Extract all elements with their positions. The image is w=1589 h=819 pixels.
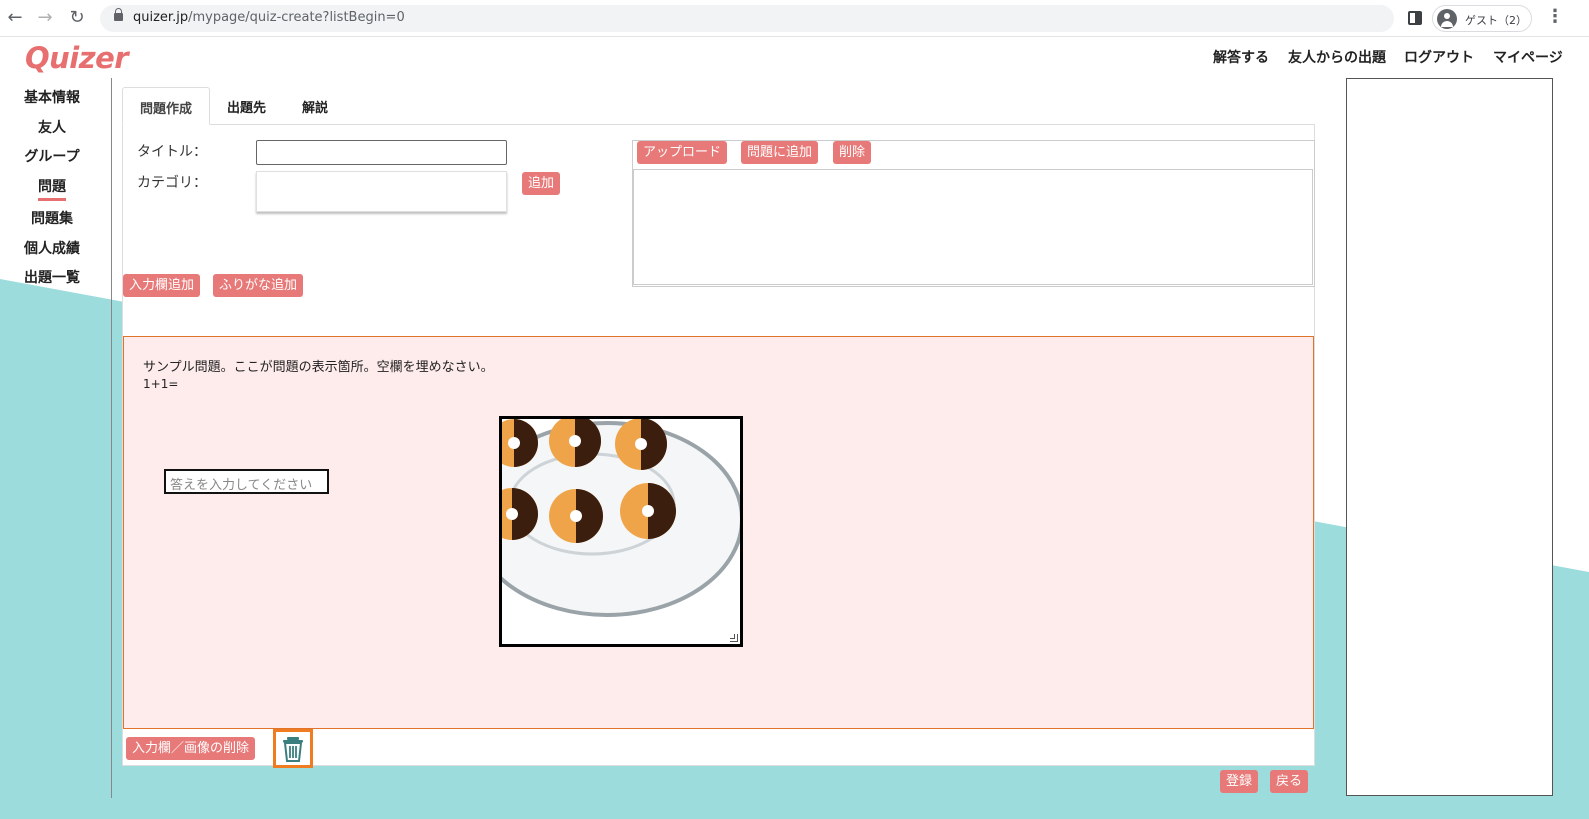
resize-handle[interactable]: [730, 634, 738, 642]
sidebar-item-questions[interactable]: 問題: [10, 176, 94, 201]
url-domain: quizer.jp: [133, 10, 189, 25]
sidebar-item-personal-results[interactable]: 個人成績: [10, 238, 94, 258]
nav-from-friends[interactable]: 友人からの出題: [1288, 47, 1386, 67]
question-text: サンプル問題。ここが問題の表示箇所。空欄を埋めなさい。: [143, 360, 494, 375]
back-arrow-icon[interactable]: ←: [4, 7, 26, 29]
category-label: カテゴリ：: [137, 175, 207, 191]
avatar-icon: [1437, 9, 1457, 29]
forward-arrow-icon[interactable]: →: [34, 7, 56, 29]
sidebar-item-question-list[interactable]: 出題一覧: [10, 267, 94, 287]
nav-logout[interactable]: ログアウト: [1404, 47, 1474, 67]
register-button[interactable]: 登録: [1220, 770, 1259, 793]
delete-input-image-button[interactable]: 入力欄／画像の削除: [126, 737, 256, 760]
profile-label: ゲスト（2）: [1465, 14, 1527, 27]
tab-create-question[interactable]: 問題作成: [122, 87, 210, 125]
add-category-button[interactable]: 追加: [522, 172, 561, 195]
side-panel-icon[interactable]: [1408, 11, 1422, 25]
sidebar-item-basic-info[interactable]: 基本情報: [10, 87, 94, 107]
more-menu-icon[interactable]: ⋮: [1546, 7, 1564, 29]
nav-answer[interactable]: 解答する: [1213, 47, 1269, 67]
sidebar-item-questions-label: 問題: [38, 179, 66, 195]
question-expression: 1+1=: [143, 377, 179, 391]
right-side-panel: [1346, 78, 1553, 796]
sidebar-item-friends[interactable]: 友人: [10, 117, 94, 137]
nav-mypage[interactable]: マイページ: [1493, 47, 1563, 67]
reload-icon[interactable]: ↻: [66, 7, 88, 29]
add-input-button[interactable]: 入力欄追加: [123, 274, 201, 297]
upload-preview-area[interactable]: [633, 169, 1313, 285]
answer-input[interactable]: 答えを入力してください: [164, 469, 329, 494]
profile-button[interactable]: ゲスト（2）: [1432, 5, 1532, 32]
browser-toolbar: ← → ↻ quizer.jp/mypage/quiz-create?listB…: [0, 0, 1589, 37]
delete-image-button[interactable]: 削除: [833, 141, 872, 164]
trash-icon: [283, 737, 303, 762]
sidebar-item-question-sets[interactable]: 問題集: [10, 208, 94, 228]
tab-bar: 問題作成 出題先 解説: [122, 87, 1315, 125]
title-input[interactable]: [256, 140, 507, 165]
title-label: タイトル：: [137, 144, 207, 160]
category-input[interactable]: [256, 171, 507, 212]
donuts-illustration: [502, 419, 740, 617]
upload-button[interactable]: アップロード: [637, 141, 728, 164]
trash-button[interactable]: [273, 729, 313, 768]
lock-icon: [114, 8, 123, 21]
address-bar[interactable]: quizer.jp/mypage/quiz-create?listBegin=0: [100, 5, 1394, 32]
add-to-question-button[interactable]: 問題に追加: [741, 141, 819, 164]
sidebar-divider: [111, 78, 112, 798]
add-furigana-button[interactable]: ふりがな追加: [213, 274, 304, 297]
url-text: quizer.jp/mypage/quiz-create?listBegin=0: [133, 10, 405, 25]
question-image[interactable]: [499, 416, 743, 647]
back-button[interactable]: 戻る: [1270, 770, 1309, 793]
url-path: /mypage/quiz-create?listBegin=0: [188, 10, 405, 25]
sidebar-item-groups[interactable]: グループ: [10, 146, 94, 166]
logo[interactable]: Quizer: [25, 41, 129, 75]
tab-recipients[interactable]: 出題先: [227, 87, 266, 125]
tab-explanation[interactable]: 解説: [302, 87, 328, 125]
